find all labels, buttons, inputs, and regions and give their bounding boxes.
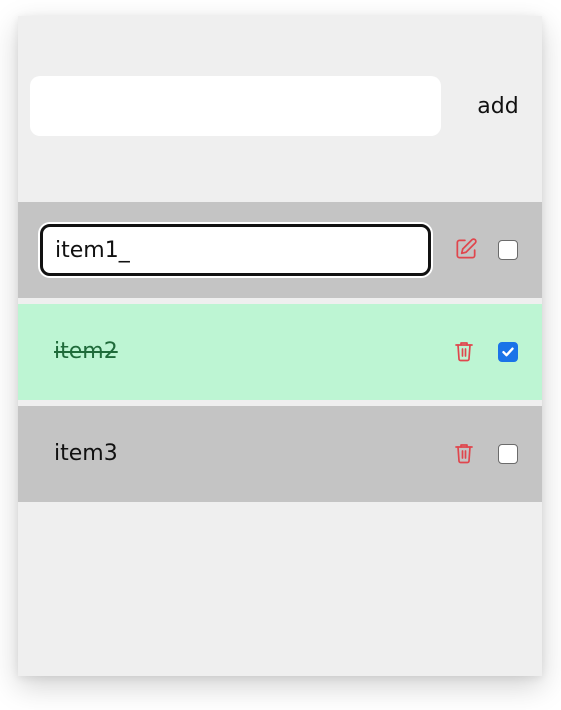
item-checkbox[interactable] [498,240,518,260]
item-checkbox[interactable] [498,342,518,362]
trash-icon [454,340,474,365]
edit-item-input[interactable] [40,224,431,276]
add-row: add [30,76,530,136]
todo-item: item3 [18,406,542,502]
trash-icon [454,442,474,467]
todo-card: add item2 [18,16,542,676]
item-label: item3 [54,441,118,466]
todo-item: item2 [18,304,542,400]
edit-icon [453,236,479,265]
item-checkbox[interactable] [498,444,518,464]
checkmark-icon [502,347,514,357]
edit-button[interactable] [450,202,482,298]
add-button[interactable]: add [466,76,530,136]
new-item-input[interactable] [30,76,441,136]
delete-button[interactable] [448,406,480,502]
todo-item [18,202,542,298]
delete-button[interactable] [448,304,480,400]
item-label: item2 [54,339,118,364]
todo-list: item2 item3 [18,202,542,508]
